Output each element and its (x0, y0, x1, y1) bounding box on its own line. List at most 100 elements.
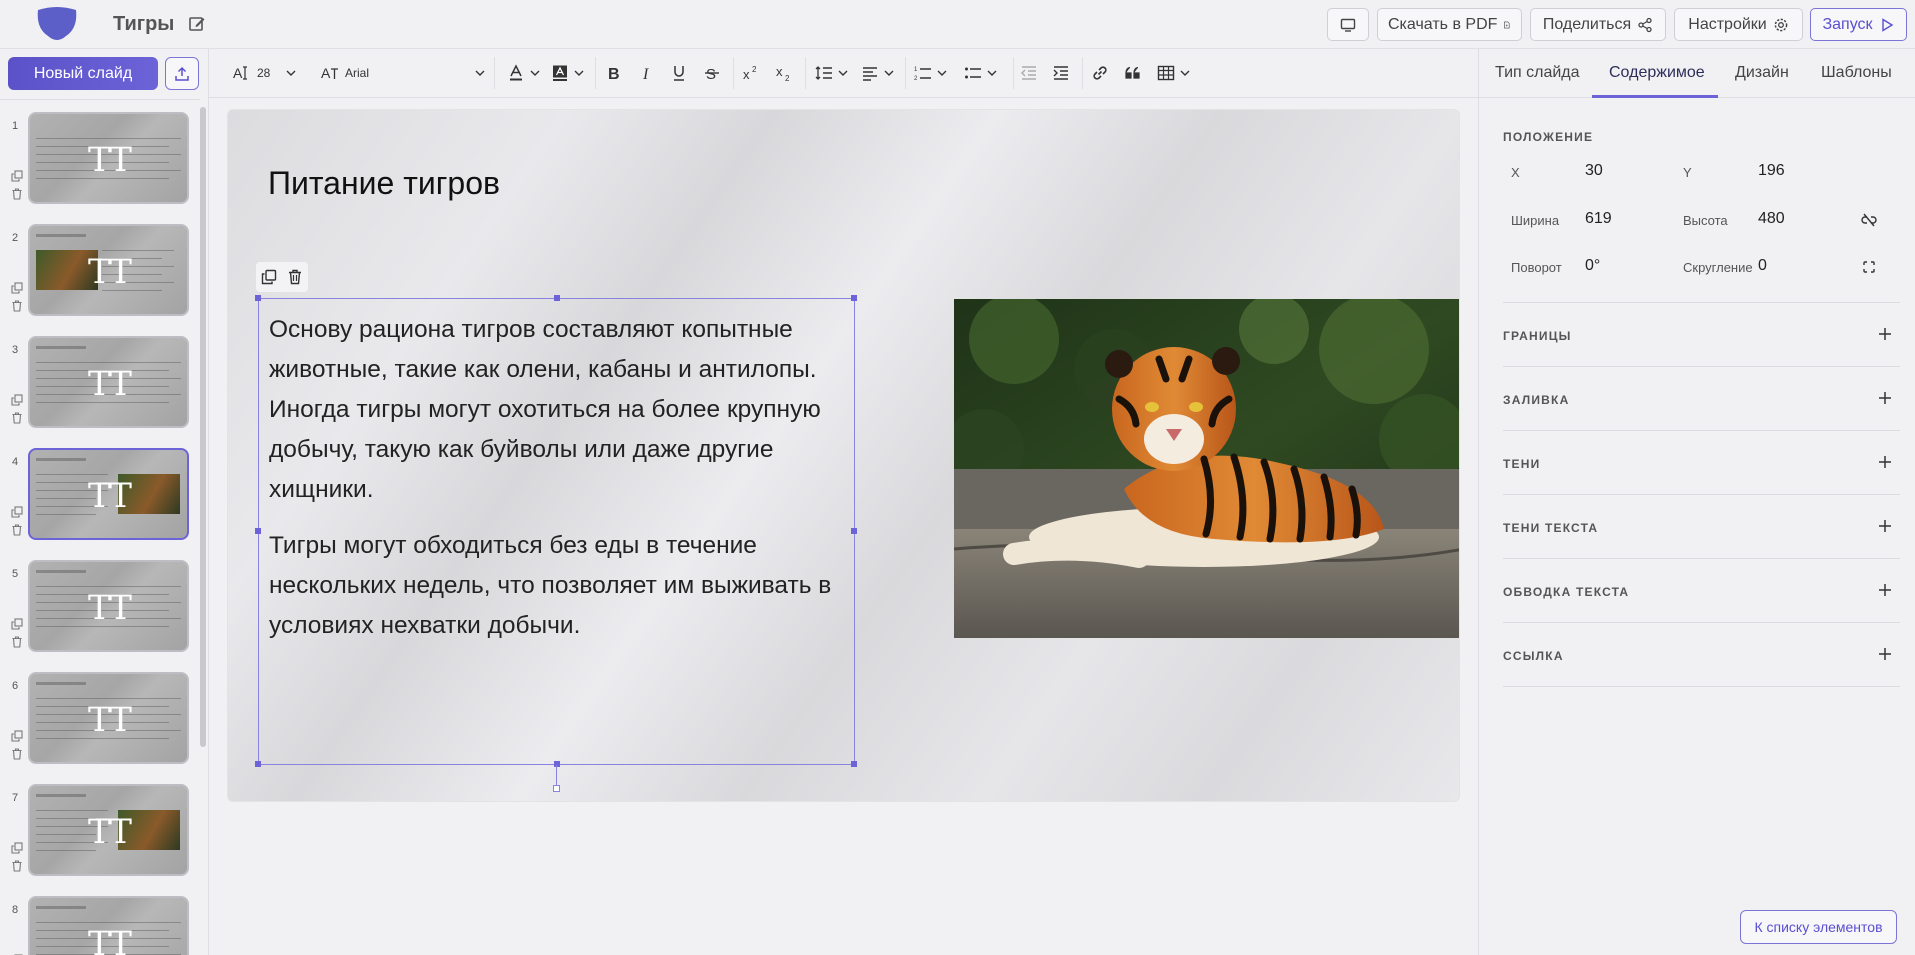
document-title[interactable]: Тигры (113, 13, 174, 36)
delete-slide-icon[interactable] (11, 747, 23, 760)
delete-slide-icon[interactable] (11, 411, 23, 424)
duplicate-slide-icon[interactable] (11, 505, 23, 518)
delete-slide-icon[interactable] (11, 187, 23, 200)
font-family-select[interactable]: A Arial (321, 61, 485, 85)
slide-thumbnail-item[interactable]: 7 TT (0, 784, 200, 884)
slide-thumbnail-item[interactable]: 1 TT (0, 112, 200, 212)
launch-button[interactable]: Запуск (1810, 8, 1907, 41)
delete-slide-icon[interactable] (11, 859, 23, 872)
height-field[interactable]: 480 (1758, 210, 1785, 228)
resize-handle-se[interactable] (851, 761, 857, 767)
resize-handle-s[interactable] (554, 761, 560, 767)
tab-templates[interactable]: Шаблоны (1821, 64, 1892, 82)
link-button[interactable] (1091, 61, 1109, 85)
indent-button[interactable] (1052, 61, 1070, 85)
resize-handle-sw[interactable] (255, 761, 261, 767)
selected-text-box[interactable]: Основу рациона тигров составляют копытны… (255, 295, 857, 767)
share-button[interactable]: Поделиться (1530, 8, 1666, 41)
resize-handle-nw[interactable] (255, 295, 261, 301)
text-stroke-section[interactable]: ОБВОДКА ТЕКСТА (1503, 558, 1900, 622)
resize-handle-e[interactable] (851, 528, 857, 534)
delete-slide-icon[interactable] (11, 635, 23, 648)
slide-thumbnail[interactable]: TT (28, 672, 189, 764)
to-elements-list-button[interactable]: К списку элементов (1740, 910, 1897, 944)
outdent-button[interactable] (1020, 61, 1038, 85)
plus-icon[interactable] (1878, 455, 1892, 469)
new-slide-button[interactable]: Новый слайд (8, 57, 158, 90)
edit-title-icon[interactable] (188, 15, 206, 33)
width-field[interactable]: 619 (1585, 210, 1612, 228)
font-size-select[interactable]: A 28 (233, 61, 296, 85)
download-pdf-button[interactable]: Скачать в PDF (1377, 8, 1522, 41)
text-color-button[interactable] (507, 61, 540, 85)
slide-thumbnail[interactable]: TT (28, 224, 189, 316)
align-button[interactable] (861, 61, 894, 85)
tab-design[interactable]: Дизайн (1735, 64, 1789, 82)
slide-paragraph-2[interactable]: Тигры могут обходиться без еды в течение… (269, 526, 849, 646)
radius-field[interactable]: 0 (1758, 257, 1767, 275)
highlight-color-button[interactable] (551, 61, 584, 85)
resize-handle-w[interactable] (255, 528, 261, 534)
shadows-section[interactable]: ТЕНИ (1503, 430, 1900, 494)
table-button[interactable] (1157, 61, 1190, 85)
rotation-handle[interactable] (553, 785, 560, 792)
resize-handle-ne[interactable] (851, 295, 857, 301)
duplicate-icon[interactable] (261, 269, 277, 285)
corner-radius-icon[interactable] (1861, 259, 1877, 275)
duplicate-slide-icon[interactable] (11, 841, 23, 854)
trash-icon[interactable] (287, 269, 303, 285)
link-section[interactable]: ССЫЛКА (1503, 622, 1900, 686)
superscript-button[interactable]: x2 (742, 61, 760, 85)
app-logo[interactable] (36, 6, 78, 42)
duplicate-slide-icon[interactable] (11, 169, 23, 182)
slide-thumbnail[interactable]: TT (28, 336, 189, 428)
settings-button[interactable]: Настройки (1674, 8, 1803, 41)
underline-button[interactable] (670, 61, 688, 85)
duplicate-slide-icon[interactable] (11, 393, 23, 406)
line-height-button[interactable] (815, 61, 848, 85)
slide-thumbnail-item[interactable]: 5 TT (0, 560, 200, 660)
plus-icon[interactable] (1878, 327, 1892, 341)
bulleted-list-button[interactable] (964, 61, 997, 85)
duplicate-slide-icon[interactable] (11, 617, 23, 630)
borders-section[interactable]: ГРАНИЦЫ (1503, 302, 1900, 366)
plus-icon[interactable] (1878, 391, 1892, 405)
slide-thumbnail[interactable]: TT (28, 896, 189, 955)
slide-thumbnail-item[interactable]: 2 TT (0, 224, 200, 324)
italic-button[interactable]: I (638, 61, 656, 85)
tiger-photo[interactable] (954, 299, 1460, 638)
slide-thumbnail[interactable]: TT (28, 448, 189, 540)
tab-content[interactable]: Содержимое (1609, 64, 1705, 82)
slide-thumbnail-item[interactable]: 4 TT (0, 448, 200, 548)
delete-slide-icon[interactable] (11, 523, 23, 536)
unlink-ratio-icon[interactable] (1861, 212, 1877, 228)
duplicate-slide-icon[interactable] (11, 729, 23, 742)
slide-thumbnail[interactable]: TT (28, 784, 189, 876)
plus-icon[interactable] (1878, 583, 1892, 597)
present-button[interactable] (1327, 8, 1369, 41)
fill-section[interactable]: ЗАЛИВКА (1503, 366, 1900, 430)
subscript-button[interactable]: x2 (775, 61, 793, 85)
slide-thumbnail[interactable]: TT (28, 560, 189, 652)
slide-title[interactable]: Питание тигров (268, 165, 500, 202)
slide-list-scrollbar[interactable] (200, 107, 206, 747)
slide-thumbnail[interactable]: TT (28, 112, 189, 204)
y-field[interactable]: 196 (1758, 162, 1785, 180)
duplicate-slide-icon[interactable] (11, 281, 23, 294)
slide-thumbnail-item[interactable]: 3 TT (0, 336, 200, 436)
resize-handle-n[interactable] (554, 295, 560, 301)
strikethrough-button[interactable]: S (703, 61, 721, 85)
delete-slide-icon[interactable] (11, 299, 23, 312)
rotation-field[interactable]: 0° (1585, 257, 1600, 275)
plus-icon[interactable] (1878, 519, 1892, 533)
upload-button[interactable] (165, 57, 199, 90)
x-field[interactable]: 30 (1585, 162, 1603, 180)
quote-button[interactable] (1124, 61, 1142, 85)
text-shadows-section[interactable]: ТЕНИ ТЕКСТА (1503, 494, 1900, 558)
slide-thumbnail-item[interactable]: 8 TT (0, 896, 200, 955)
slide-paragraph-1[interactable]: Основу рациона тигров составляют копытны… (269, 310, 849, 510)
numbered-list-button[interactable]: 12 (914, 61, 947, 85)
bold-button[interactable]: B (605, 61, 623, 85)
tab-slide-type[interactable]: Тип слайда (1495, 64, 1580, 82)
plus-icon[interactable] (1878, 647, 1892, 661)
